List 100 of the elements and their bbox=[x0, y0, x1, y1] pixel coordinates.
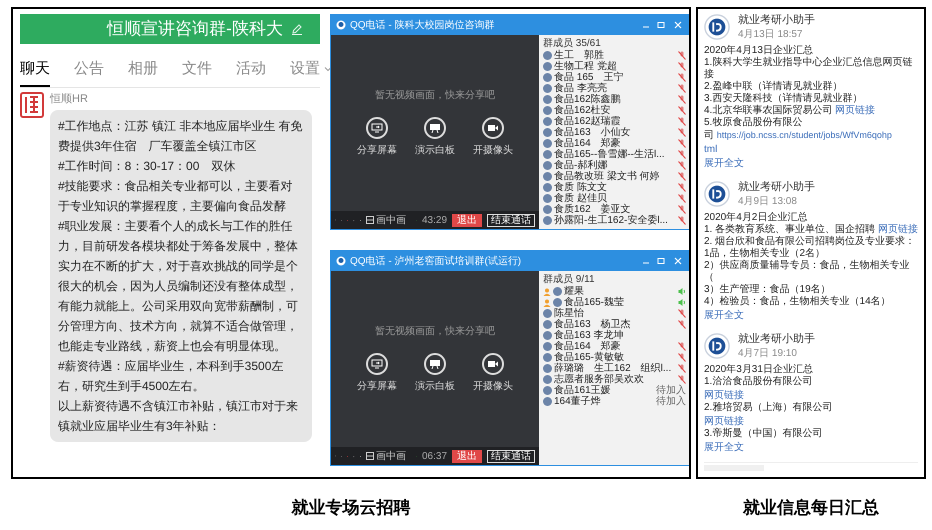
member-name: 食品 165 王宁 bbox=[554, 72, 624, 83]
tab[interactable]: 聊天 bbox=[20, 53, 50, 87]
tab[interactable]: 公告 bbox=[74, 53, 104, 87]
member-name: 食品162陈鑫鹏 bbox=[554, 94, 622, 105]
picture-in-picture-icon bbox=[366, 216, 374, 224]
close-icon[interactable] bbox=[672, 21, 684, 29]
post-text: 4）检验员：食品，生物相关专业（14名） bbox=[704, 296, 892, 308]
muted-microphone-icon bbox=[678, 353, 686, 362]
call-action-button[interactable]: 演示白板 bbox=[415, 353, 455, 394]
muted-microphone-icon bbox=[678, 161, 686, 170]
caret-icon bbox=[324, 66, 332, 72]
tab[interactable]: 相册 bbox=[128, 53, 158, 87]
leave-button[interactable]: 退出 bbox=[452, 450, 482, 462]
message-text: 以上薪资待遇不含镇江市补贴，镇江市对于来镇就业应届毕业生有3年补贴： bbox=[58, 398, 299, 435]
tab[interactable]: 设置 bbox=[290, 53, 332, 87]
author-name: 就业考研小助手 bbox=[738, 180, 815, 195]
group-title: 恒顺宣讲咨询群-陕科大 bbox=[107, 18, 283, 40]
call-action-button[interactable]: 开摄像头 bbox=[473, 117, 513, 158]
post-text: 1.陕科大学生就业指导中心企业汇总信息网页链接 bbox=[704, 57, 914, 80]
muted-microphone-icon bbox=[678, 106, 686, 115]
member-name: 食品163 杨卫杰 bbox=[554, 319, 632, 330]
post-text: 司 https://job.ncss.cn/student/jobs/WfVm6qohp bbox=[704, 129, 893, 142]
author-name: 就业考研小助手 bbox=[738, 13, 815, 28]
speaking-icon bbox=[678, 298, 686, 307]
school-logo-icon bbox=[704, 181, 730, 207]
close-icon[interactable] bbox=[672, 257, 684, 265]
muted-microphone-icon bbox=[678, 375, 686, 384]
post-text: 5.牧原食品股份有限公 bbox=[704, 117, 804, 129]
muted-microphone-icon bbox=[678, 62, 686, 71]
post-text: 4.北京华联事农国际贸易公司 网页链接 bbox=[704, 105, 876, 117]
message-text: #职业发展：主要看个人的成长与工作的胜任力，目前研发各模块都处于筹备发展中，整体实力在不断的扩大，对于喜欢挑战的同学是个很大的机会，因为人员编制还没有整体成型，有能力就能上。公司采用双向宽带薪酬制，可分管理方向、技术方向，就算不适合做管理，也能走专业路线，薪资上也会有明显体现。 bbox=[58, 218, 299, 355]
seal-logo-icon bbox=[20, 92, 44, 118]
expand-link[interactable]: 展开全文 bbox=[704, 310, 744, 321]
link[interactable]: 网页链接 bbox=[835, 105, 876, 116]
expand-link[interactable]: 展开全文 bbox=[704, 158, 744, 169]
end-call-button[interactable]: 结束通话 bbox=[487, 214, 536, 226]
muted-microphone-icon bbox=[678, 183, 686, 192]
member-name: 薛璐璐 生工162 组织l... bbox=[554, 363, 672, 374]
member-name: 食品教改班 梁文书 何婷 bbox=[554, 171, 661, 182]
member-name: 食品163 小仙女 bbox=[554, 127, 632, 138]
muted-microphone-icon bbox=[678, 84, 686, 93]
picture-in-picture-button[interactable]: 画中画 bbox=[366, 448, 406, 464]
sender-name: 恒顺HR bbox=[50, 92, 89, 106]
tab[interactable]: 文件 bbox=[182, 53, 212, 87]
call-timer: 06:37 bbox=[422, 450, 448, 464]
author-name: 就业考研小助手 bbox=[738, 332, 815, 347]
end-call-button[interactable]: 结束通话 bbox=[487, 450, 536, 462]
member-status: 待加入 bbox=[656, 385, 686, 396]
edit-icon[interactable] bbox=[290, 23, 303, 35]
school-logo-icon bbox=[704, 333, 730, 359]
muted-microphone-icon bbox=[678, 139, 686, 148]
picture-in-picture-button[interactable]: 画中画 bbox=[366, 212, 406, 228]
empty-video-text: 暂无视频画面，快来分享吧 bbox=[375, 88, 495, 103]
app-logo-icon bbox=[336, 256, 346, 266]
link[interactable]: 网页链接 bbox=[704, 390, 744, 401]
member-count: 群成员 35/61 bbox=[543, 37, 602, 50]
muted-microphone-icon bbox=[678, 309, 686, 318]
member-name: 食质 陈文文 bbox=[554, 182, 608, 193]
message-text: #工作时间：8：30-17：00 双休 bbox=[58, 158, 236, 175]
link[interactable]: tml bbox=[704, 144, 718, 155]
call-timer: 43:29 bbox=[422, 214, 448, 228]
member-name: 志愿者服务部吴欢欢 bbox=[554, 374, 645, 385]
picture-in-picture-icon bbox=[366, 452, 374, 460]
school-logo-icon bbox=[704, 14, 730, 40]
post-time: 4月13日 18:57 bbox=[738, 28, 804, 41]
post-text: 2020年4月13日企业汇总 bbox=[704, 45, 814, 56]
muted-microphone-icon bbox=[678, 117, 686, 126]
caption: 就业信息每日汇总 bbox=[743, 497, 879, 519]
expand-link[interactable]: 展开全文 bbox=[704, 442, 744, 453]
member-name: 食品-郝利娜 bbox=[554, 160, 608, 171]
call-action-button[interactable]: 开摄像头 bbox=[473, 353, 513, 394]
post-text: 3.帝斯曼（中国）有限公司 bbox=[704, 428, 824, 440]
post-text: 2.雅培贸易（上海）有限公司 bbox=[704, 402, 834, 414]
member-name: 食质 赵佳贝 bbox=[554, 193, 607, 204]
link[interactable]: https://job.ncss.cn/student/jobs/WfVm6qohp bbox=[716, 130, 892, 140]
muted-microphone-icon bbox=[678, 95, 686, 104]
muted-microphone-icon bbox=[678, 320, 686, 329]
muted-microphone-icon bbox=[678, 342, 686, 351]
call-action-button[interactable]: 分享屏幕 bbox=[357, 117, 397, 158]
message-text: #薪资待遇：应届毕业生，本科到手3500左右，研究生到手4500左右。 bbox=[58, 358, 284, 395]
tab[interactable]: 活动 bbox=[236, 53, 266, 87]
member-name: 陈星怡 bbox=[554, 308, 585, 319]
member-name: 食质162 姜亚文 bbox=[554, 204, 631, 215]
member-name: 食品165-魏莹 bbox=[564, 297, 626, 308]
leave-button[interactable]: 退出 bbox=[452, 214, 482, 226]
call-action-button[interactable]: 分享屏幕 bbox=[357, 353, 397, 394]
muted-microphone-icon bbox=[678, 194, 686, 203]
post-text: 3）生产管理：食品（19名） bbox=[704, 284, 832, 296]
muted-microphone-icon bbox=[678, 128, 686, 137]
post-time: 4月7日 19:10 bbox=[738, 347, 798, 360]
member-name: 食品162赵瑞霞 bbox=[554, 116, 622, 127]
member-name: 食品165-黄敏敏 bbox=[554, 352, 626, 363]
call-action-button[interactable]: 演示白板 bbox=[415, 117, 455, 158]
member-name: 食品165--鲁雪娜--生活l... bbox=[554, 149, 666, 160]
member-count: 群成员 9/11 bbox=[543, 273, 596, 286]
muted-microphone-icon bbox=[678, 172, 686, 181]
member-name: 生物工程 党超 bbox=[554, 61, 617, 72]
window-title: QQ电话 - 泸州老窖面试培训群(试运行) bbox=[350, 254, 522, 268]
link[interactable]: 网页链接 bbox=[878, 224, 918, 235]
link[interactable]: 网页链接 bbox=[704, 416, 744, 427]
